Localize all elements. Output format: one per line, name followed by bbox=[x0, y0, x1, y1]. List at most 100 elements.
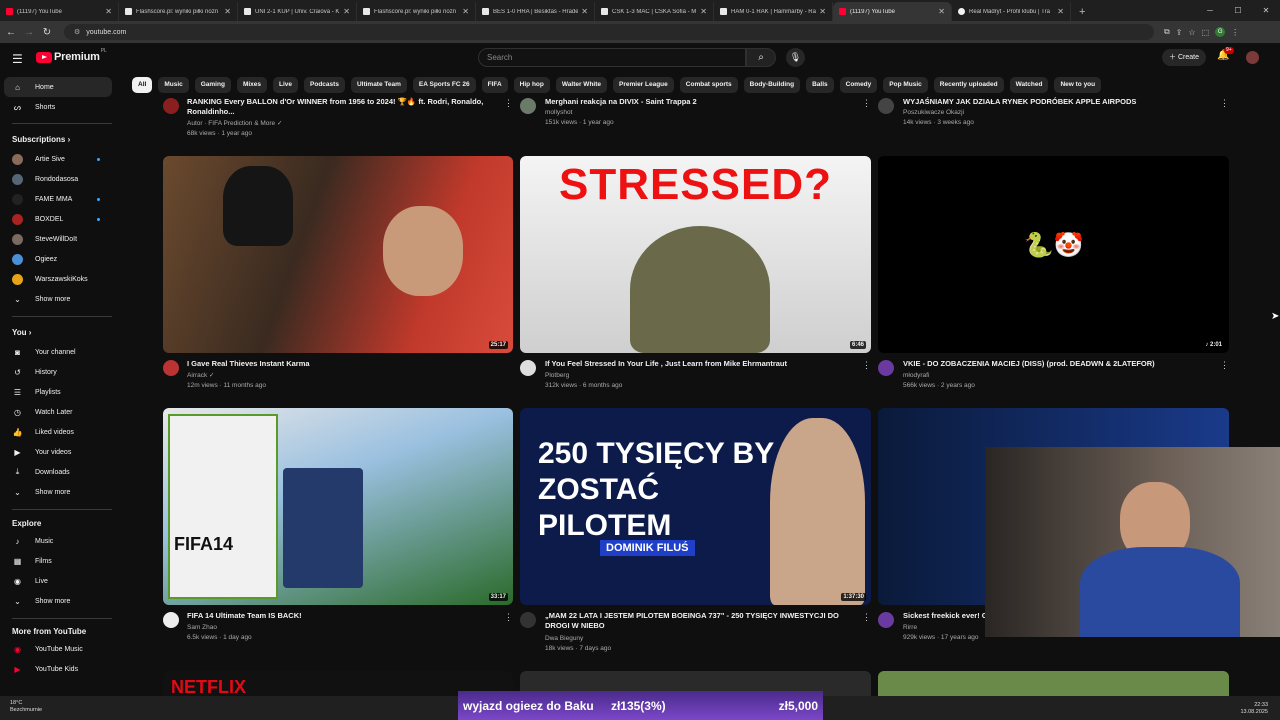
search-button[interactable]: ⌕ bbox=[746, 48, 776, 67]
chip[interactable]: Hip hop bbox=[513, 77, 550, 93]
channel-avatar[interactable] bbox=[878, 612, 894, 628]
close-icon[interactable]: ✕ bbox=[581, 7, 588, 16]
chip[interactable]: Podcasts bbox=[304, 77, 345, 93]
video-thumbnail[interactable]: 250 TYSIĘCY BY ZOSTAĆ PILOTEM DOMINIK FI… bbox=[520, 408, 871, 605]
browser-tab[interactable]: Flashscore.pl: wyniki piłki nożn ✕ bbox=[119, 2, 238, 21]
more-options-icon[interactable]: ⋮ bbox=[504, 612, 513, 623]
video-thumbnail[interactable]: 🐍🤡 ♪ 2:01 bbox=[878, 156, 1229, 353]
sidebar-item-downloads[interactable]: ⤓ Downloads bbox=[0, 462, 118, 482]
video-thumbnail[interactable]: FIFA14 33:17 bbox=[163, 408, 513, 605]
search-input[interactable]: Search bbox=[478, 48, 746, 67]
video-title[interactable]: VKIE - DO ZOBACZENIA MACIEJ (DISS) (prod… bbox=[903, 359, 1213, 369]
channel-avatar[interactable] bbox=[520, 98, 536, 114]
chip[interactable]: Watched bbox=[1009, 77, 1049, 93]
sidebar-item-youtube-kids[interactable]: ▶ YouTube Kids bbox=[0, 659, 118, 679]
subscription-item[interactable]: SteveWillDoIt bbox=[0, 229, 118, 249]
browser-tab-active[interactable]: (11197) YouTube ✕ bbox=[833, 2, 952, 21]
more-options-icon[interactable]: ⋮ bbox=[504, 98, 513, 109]
video-title[interactable]: I Gave Real Thieves Instant Karma bbox=[187, 359, 497, 369]
subscriptions-heading[interactable]: Subscriptions › bbox=[12, 135, 70, 144]
video-title[interactable]: Merghani reakcja na DIVIX - Saint Trappa… bbox=[545, 97, 855, 107]
sidebar-item-films[interactable]: ▦ Films bbox=[0, 551, 118, 571]
reload-icon[interactable]: ↻ bbox=[38, 27, 56, 38]
more-options-icon[interactable]: ⋮ bbox=[862, 98, 871, 109]
sidebar-item-your-channel[interactable]: ◙ Your channel bbox=[0, 342, 118, 362]
sidebar-item-history[interactable]: ↺ History bbox=[0, 362, 118, 382]
sidebar-item-youtube-music[interactable]: ◉ YouTube Music bbox=[0, 639, 118, 659]
channel-name[interactable]: Poszukiwacze Okazji bbox=[903, 108, 964, 118]
video-thumbnail[interactable] bbox=[878, 671, 1229, 696]
chip-all[interactable]: All bbox=[132, 77, 153, 93]
video-thumbnail[interactable]: 25:17 bbox=[163, 156, 513, 353]
browser-tab[interactable]: CSK 1-3 MAC | CSKA Sofia - M ✕ bbox=[595, 2, 714, 21]
create-button[interactable]: ＋ Create bbox=[1162, 49, 1206, 66]
channel-name[interactable]: Plotberg bbox=[545, 371, 569, 381]
more-options-icon[interactable]: ⋮ bbox=[862, 612, 871, 623]
chip[interactable]: Mixes bbox=[236, 77, 268, 93]
channel-name[interactable]: Rirre bbox=[903, 623, 917, 633]
browser-tab[interactable]: UNI 2-1 KUP | Univ. Craiova - K ✕ bbox=[238, 2, 357, 21]
chip[interactable]: Ultimate Team bbox=[350, 77, 407, 93]
close-icon[interactable]: ✕ bbox=[343, 7, 350, 16]
weather-widget[interactable]: 18°C Bezchmurnie bbox=[10, 700, 42, 714]
maximize-icon[interactable]: ☐ bbox=[1224, 0, 1252, 21]
system-clock[interactable]: 22:33 13.08.2025 bbox=[1240, 702, 1268, 716]
close-icon[interactable]: ✕ bbox=[105, 7, 112, 16]
more-options-icon[interactable]: ⋮ bbox=[862, 360, 871, 371]
subscription-item[interactable]: Rondodasosa bbox=[0, 169, 118, 189]
browser-menu-icon[interactable]: ⋮ bbox=[1231, 28, 1239, 37]
channel-name[interactable]: Dwa Bieguny bbox=[545, 634, 583, 644]
video-title[interactable]: Sickest freekick ever! G bbox=[903, 611, 985, 621]
youtube-premium-logo[interactable]: Premium PL bbox=[36, 48, 107, 63]
chip[interactable]: Combat sports bbox=[679, 77, 738, 93]
chip[interactable]: New to you bbox=[1054, 77, 1102, 93]
back-icon[interactable]: ← bbox=[2, 27, 20, 38]
video-title[interactable]: If You Feel Stressed In Your Life , Just… bbox=[545, 359, 855, 369]
chip[interactable]: FIFA bbox=[481, 77, 508, 93]
show-more-you[interactable]: ⌄ Show more bbox=[0, 482, 118, 502]
video-thumbnail[interactable]: STRESSED? 6:46 bbox=[520, 156, 871, 353]
chip[interactable]: Gaming bbox=[194, 77, 231, 93]
you-heading[interactable]: You › bbox=[12, 328, 31, 337]
menu-icon[interactable]: ☰ bbox=[12, 52, 23, 66]
share-icon[interactable]: ⇪ bbox=[1176, 28, 1183, 37]
channel-avatar[interactable] bbox=[163, 360, 179, 376]
close-icon[interactable]: ✕ bbox=[1057, 7, 1064, 16]
browser-tab[interactable]: (11197) YouTube ✕ bbox=[0, 2, 119, 21]
channel-name[interactable]: Airrack ✓ bbox=[187, 371, 214, 381]
video-title[interactable]: RANKING Every BALLON d'Or WINNER from 19… bbox=[187, 97, 497, 117]
browser-tab[interactable]: Real Madryt - Profil klubu | Tra ✕ bbox=[952, 2, 1071, 21]
close-icon[interactable]: ✕ bbox=[700, 7, 707, 16]
close-icon[interactable]: ✕ bbox=[938, 7, 945, 16]
notifications-button[interactable]: 🔔 9+ bbox=[1217, 47, 1234, 61]
sidebar-item-playlists[interactable]: ☰ Playlists bbox=[0, 382, 118, 402]
profile-avatar[interactable]: G bbox=[1215, 27, 1226, 37]
subscription-item[interactable]: BOXDEL bbox=[0, 209, 118, 229]
subscription-item[interactable]: WarszawskiKoks bbox=[0, 269, 118, 289]
show-more-explore[interactable]: ⌄ Show more bbox=[0, 591, 118, 611]
url-field[interactable]: ⚙ youtube.com bbox=[64, 24, 1154, 40]
chip[interactable]: EA Sports FC 26 bbox=[412, 77, 476, 93]
close-icon[interactable]: ✕ bbox=[819, 7, 826, 16]
channel-name[interactable]: Sam Zhao bbox=[187, 623, 217, 633]
sidebar-item-your-videos[interactable]: ▶ Your videos bbox=[0, 442, 118, 462]
bookmark-star-icon[interactable]: ☆ bbox=[1188, 28, 1195, 37]
channel-name[interactable]: młodyrafi bbox=[903, 371, 929, 381]
new-tab-icon[interactable]: + bbox=[1079, 2, 1085, 21]
voice-search-button[interactable]: 🎙 bbox=[786, 48, 805, 67]
browser-tab[interactable]: HAM 0-1 RAK | Hammarby - Ra ✕ bbox=[714, 2, 833, 21]
browser-tab[interactable]: BES 1-0 HRA | Besiktas - Hradec ✕ bbox=[476, 2, 595, 21]
video-title[interactable]: „MAM 22 LATA I JESTEM PILOTEM BOEINGA 73… bbox=[545, 611, 855, 631]
channel-avatar[interactable] bbox=[520, 360, 536, 376]
close-icon[interactable]: ✕ bbox=[462, 7, 469, 16]
more-options-icon[interactable]: ⋮ bbox=[1220, 360, 1229, 371]
sidebar-item-watch-later[interactable]: ◷ Watch Later bbox=[0, 402, 118, 422]
show-more-subscriptions[interactable]: ⌄ Show more bbox=[0, 289, 118, 309]
subscription-item[interactable]: FAME MMA bbox=[0, 189, 118, 209]
chip[interactable]: Premier League bbox=[613, 77, 674, 93]
channel-name[interactable]: mollyshot bbox=[545, 108, 572, 118]
video-title[interactable]: WYJAŚNIAMY JAK DZIAŁA RYNEK PODRÓBEK APP… bbox=[903, 97, 1213, 107]
channel-avatar[interactable] bbox=[520, 612, 536, 628]
chip[interactable]: Pop Music bbox=[883, 77, 928, 93]
chip[interactable]: Recently uploaded bbox=[933, 77, 1004, 93]
